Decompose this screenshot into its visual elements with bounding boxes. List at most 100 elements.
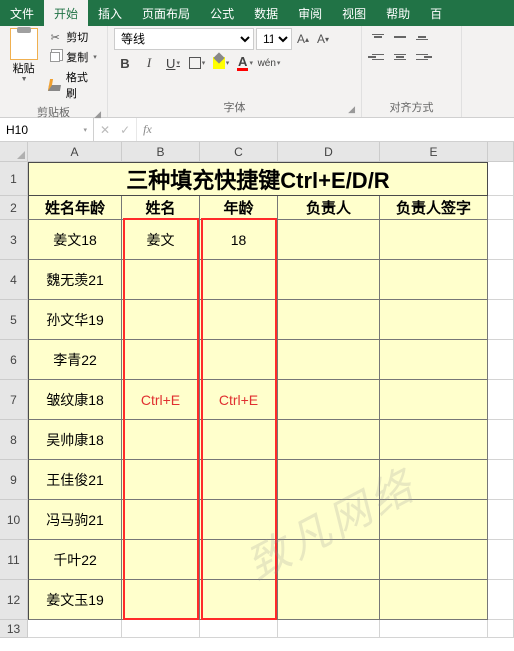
cell[interactable] — [200, 300, 278, 340]
cell[interactable] — [488, 340, 514, 380]
cell[interactable] — [488, 300, 514, 340]
cell[interactable]: 姜文 — [122, 220, 200, 260]
tab-data[interactable]: 数据 — [244, 0, 288, 26]
cell[interactable]: 孙文华19 — [28, 300, 122, 340]
row-header[interactable]: 12 — [0, 580, 28, 620]
formula-input[interactable] — [158, 118, 514, 141]
row-header[interactable]: 13 — [0, 620, 28, 638]
tab-help[interactable]: 帮助 — [376, 0, 420, 26]
cell[interactable] — [122, 340, 200, 380]
cut-button[interactable]: ✂ 剪切 — [45, 28, 101, 46]
cell[interactable] — [488, 580, 514, 620]
cell[interactable]: 18 — [200, 220, 278, 260]
cell[interactable] — [278, 580, 380, 620]
header-cell[interactable]: 年龄 — [200, 196, 278, 220]
paste-button[interactable]: 粘贴 ▼ — [6, 28, 41, 102]
title-cell[interactable]: 三种填充快捷键Ctrl+E/D/R — [28, 162, 488, 196]
cell[interactable] — [278, 540, 380, 580]
cells-area[interactable]: 三种填充快捷键Ctrl+E/D/R 姓名年龄 姓名 年龄 负责人 负责人签字 姜… — [28, 162, 514, 638]
cancel-formula-icon[interactable]: ✕ — [100, 123, 110, 137]
cell[interactable] — [200, 260, 278, 300]
row-header[interactable]: 5 — [0, 300, 28, 340]
cell[interactable] — [122, 460, 200, 500]
tab-formulas[interactable]: 公式 — [200, 0, 244, 26]
cell[interactable] — [488, 620, 514, 638]
row-header[interactable]: 9 — [0, 460, 28, 500]
row-header[interactable]: 3 — [0, 220, 28, 260]
cell[interactable] — [488, 420, 514, 460]
cell[interactable] — [278, 420, 380, 460]
cell[interactable] — [488, 460, 514, 500]
cell[interactable] — [488, 196, 514, 220]
col-header-F[interactable] — [488, 142, 514, 162]
cell[interactable] — [122, 300, 200, 340]
cell[interactable] — [380, 260, 488, 300]
cell[interactable] — [380, 340, 488, 380]
cell[interactable] — [488, 380, 514, 420]
decrease-font-button[interactable]: A▾ — [314, 29, 332, 49]
row-header[interactable]: 4 — [0, 260, 28, 300]
cell[interactable]: 王佳俊21 — [28, 460, 122, 500]
underline-button[interactable]: U▾ — [162, 52, 184, 74]
border-button[interactable]: ▾ — [186, 52, 208, 74]
select-all-corner[interactable] — [0, 142, 28, 162]
header-cell[interactable]: 负责人签字 — [380, 196, 488, 220]
align-center-button[interactable] — [390, 48, 410, 66]
dialog-launcher-icon[interactable]: ◢ — [348, 104, 355, 115]
cell[interactable] — [200, 500, 278, 540]
bold-button[interactable]: B — [114, 52, 136, 74]
tab-review[interactable]: 审阅 — [288, 0, 332, 26]
font-color-button[interactable]: A▾ — [234, 52, 256, 74]
cell[interactable] — [380, 580, 488, 620]
cell[interactable] — [122, 260, 200, 300]
cell[interactable] — [488, 220, 514, 260]
align-right-button[interactable] — [412, 48, 432, 66]
cell[interactable]: 冯马驹21 — [28, 500, 122, 540]
cell[interactable]: 姜文玉19 — [28, 580, 122, 620]
row-header[interactable]: 10 — [0, 500, 28, 540]
cell[interactable] — [200, 340, 278, 380]
cell[interactable] — [200, 420, 278, 460]
align-middle-button[interactable] — [390, 28, 410, 46]
cell[interactable] — [380, 420, 488, 460]
align-left-button[interactable] — [368, 48, 388, 66]
cell[interactable] — [278, 620, 380, 638]
header-cell[interactable]: 姓名年龄 — [28, 196, 122, 220]
cell[interactable] — [122, 420, 200, 460]
cell[interactable] — [278, 500, 380, 540]
font-size-select[interactable]: 11 — [256, 28, 292, 50]
dialog-launcher-icon[interactable]: ◢ — [94, 109, 101, 120]
col-header-B[interactable]: B — [122, 142, 200, 162]
cell[interactable] — [122, 580, 200, 620]
cell[interactable] — [488, 500, 514, 540]
col-header-E[interactable]: E — [380, 142, 488, 162]
cell[interactable] — [200, 580, 278, 620]
cell[interactable] — [278, 380, 380, 420]
cell[interactable] — [122, 540, 200, 580]
increase-font-button[interactable]: A▴ — [294, 29, 312, 49]
cell[interactable] — [380, 620, 488, 638]
cell[interactable]: 皱纹康18 — [28, 380, 122, 420]
cell[interactable] — [380, 540, 488, 580]
cell[interactable] — [200, 460, 278, 500]
cell[interactable]: 姜文18 — [28, 220, 122, 260]
row-header[interactable]: 2 — [0, 196, 28, 220]
cell[interactable] — [278, 460, 380, 500]
cell[interactable] — [278, 340, 380, 380]
cell[interactable] — [278, 300, 380, 340]
format-painter-button[interactable]: 格式刷 — [45, 68, 101, 102]
cell[interactable]: 李青22 — [28, 340, 122, 380]
tab-insert[interactable]: 插入 — [88, 0, 132, 26]
tab-view[interactable]: 视图 — [332, 0, 376, 26]
row-header[interactable]: 1 — [0, 162, 28, 196]
copy-button[interactable]: 复制 ▾ — [45, 48, 101, 66]
tab-file[interactable]: 文件 — [0, 0, 44, 26]
cell[interactable] — [380, 300, 488, 340]
col-header-A[interactable]: A — [28, 142, 122, 162]
cell[interactable]: 千叶22 — [28, 540, 122, 580]
cell[interactable] — [380, 380, 488, 420]
row-header[interactable]: 6 — [0, 340, 28, 380]
cell[interactable] — [122, 620, 200, 638]
cell[interactable] — [488, 260, 514, 300]
cell[interactable] — [488, 162, 514, 196]
